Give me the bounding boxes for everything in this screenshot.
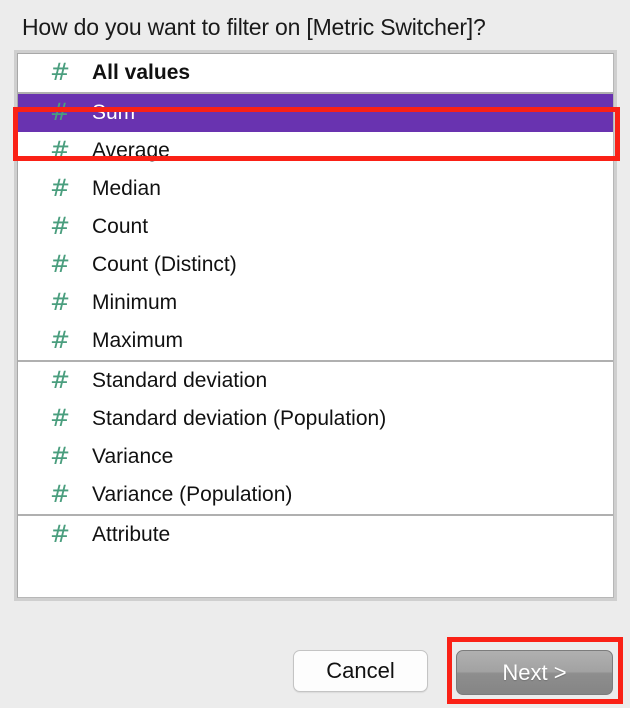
page-title: How do you want to filter on [Metric Swi…: [22, 14, 486, 40]
hash-icon: #: [50, 480, 71, 508]
hash-icon: #: [50, 326, 71, 354]
list-item[interactable]: # Count: [18, 208, 613, 246]
hash-icon: #: [50, 288, 71, 316]
hash-icon: #: [50, 98, 71, 126]
list-item[interactable]: # Sum: [18, 94, 613, 132]
list-item[interactable]: # Attribute: [18, 516, 613, 554]
list-item-label: Variance (Population): [92, 483, 293, 506]
hash-icon: #: [50, 250, 71, 278]
list-item[interactable]: # Maximum: [18, 322, 613, 360]
list-item-label: Minimum: [92, 291, 178, 314]
list-item[interactable]: # Standard deviation: [18, 362, 613, 400]
list-item-label: Count (Distinct): [92, 253, 237, 276]
cancel-button[interactable]: Cancel: [293, 650, 428, 692]
list-item[interactable]: # Standard deviation (Population): [18, 400, 613, 438]
list-item-label: Variance: [92, 445, 174, 468]
list-item-label: Median: [92, 177, 161, 200]
list-item-label: Attribute: [92, 523, 171, 546]
list-item-label: Standard deviation (Population): [92, 407, 387, 430]
list-item[interactable]: # Variance: [18, 438, 613, 476]
hash-icon: #: [50, 442, 71, 470]
list-item-label: Count: [92, 215, 149, 238]
hash-icon: #: [50, 212, 71, 240]
list-item[interactable]: # Median: [18, 170, 613, 208]
hash-icon: #: [50, 520, 71, 548]
hash-icon: #: [50, 58, 71, 86]
aggregation-list-box[interactable]: # All values # Sum # Average # Median # Count # Cou…: [17, 53, 614, 598]
list-item[interactable]: # Count (Distinct): [18, 246, 613, 284]
aggregation-list: # All values # Sum # Average # Median # Count # Cou…: [18, 54, 613, 597]
list-item-label: All values: [92, 61, 191, 84]
hash-icon: #: [50, 136, 71, 164]
dialog-footer: Cancel Next >: [0, 646, 630, 698]
list-item[interactable]: # Average: [18, 132, 613, 170]
list-item-label: Maximum: [92, 329, 184, 352]
hash-icon: #: [50, 366, 71, 394]
list-item-label: Standard deviation: [92, 369, 268, 392]
next-button[interactable]: Next >: [456, 650, 613, 695]
hash-icon: #: [50, 404, 71, 432]
hash-icon: #: [50, 174, 71, 202]
list-item-label: Sum: [92, 101, 136, 124]
list-item[interactable]: # Variance (Population): [18, 476, 613, 514]
list-item[interactable]: # All values: [18, 54, 613, 92]
list-item-label: Average: [92, 139, 170, 162]
list-item[interactable]: # Minimum: [18, 284, 613, 322]
